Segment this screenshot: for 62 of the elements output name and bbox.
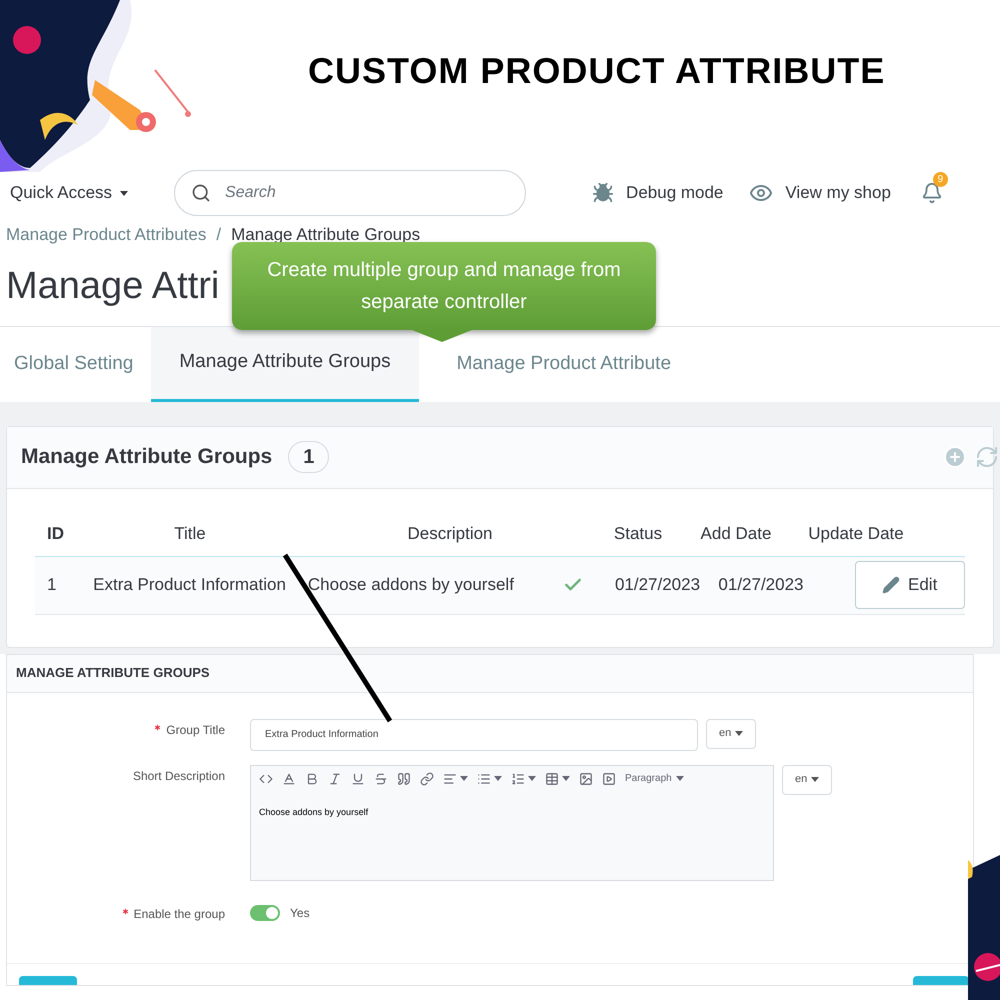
- strikethrough-icon[interactable]: [374, 772, 388, 786]
- video-icon[interactable]: [602, 772, 616, 786]
- panel-title: Manage Attribute Groups: [21, 444, 272, 470]
- column-header: Update Date: [807, 523, 905, 546]
- table-cell-text: 01/27/2023: [614, 574, 702, 596]
- caret-icon: [528, 776, 536, 781]
- caret-icon: [120, 190, 128, 196]
- caret-icon: [676, 776, 684, 781]
- table-icon[interactable]: [545, 772, 559, 786]
- column-header: Status: [612, 523, 664, 546]
- field-label: Short Description: [132, 768, 225, 782]
- image-icon[interactable]: [579, 772, 593, 786]
- banner-title: CUSTOM PRODUCT ATTRIBUTE: [308, 49, 886, 93]
- breadcrumb-link[interactable]: Manage Product Attributes: [6, 222, 206, 248]
- text-input[interactable]: Extra Product Information: [250, 718, 698, 750]
- language-dropdown[interactable]: en: [706, 718, 756, 748]
- form-title: MANAGE ATTRIBUTE GROUPS: [7, 654, 973, 692]
- search-field[interactable]: Search: [174, 170, 526, 216]
- field-label: Enable the group: [134, 906, 225, 920]
- italic-icon[interactable]: [328, 772, 342, 786]
- callout-bubble: Create multiple group and manage from separate controller: [232, 242, 656, 330]
- quote-icon[interactable]: [397, 772, 411, 786]
- underline-icon[interactable]: [351, 772, 365, 786]
- view-shop-link[interactable]: View my shop: [749, 180, 891, 206]
- caret-icon: [811, 777, 820, 782]
- language-dropdown[interactable]: en: [782, 764, 832, 794]
- table-cell-text: 01/27/2023: [717, 574, 804, 596]
- notifications-icon[interactable]: [920, 182, 943, 204]
- breadcrumb-separator: /: [216, 224, 222, 246]
- caret-icon: [562, 776, 570, 781]
- table-cell-text: Choose addons by yourself: [306, 574, 515, 596]
- tab[interactable]: Global Setting: [0, 326, 148, 402]
- editor-content[interactable]: Choose addons by yourself: [251, 792, 773, 819]
- edit-button[interactable]: Edit: [855, 561, 965, 609]
- caret-icon: [494, 776, 502, 781]
- toggle-switch[interactable]: [250, 904, 280, 920]
- field-label: Group Title: [166, 722, 225, 736]
- caret-icon: [735, 731, 744, 736]
- column-header: ID: [46, 523, 65, 546]
- align-icon[interactable]: [443, 772, 457, 786]
- column-header: Description: [406, 523, 494, 546]
- bullet-list-icon[interactable]: [477, 772, 491, 786]
- column-header: Add Date: [700, 523, 772, 546]
- toggle-label: Yes: [290, 904, 310, 922]
- table-cell-text: Extra Product Information: [92, 574, 286, 596]
- table-cell-text: 1: [46, 574, 58, 596]
- bold-icon[interactable]: [305, 772, 319, 786]
- bug-icon: [592, 182, 614, 204]
- column-header: Title: [173, 523, 207, 546]
- text-color-icon[interactable]: [282, 772, 296, 786]
- count-badge: 1: [288, 441, 330, 473]
- pencil-icon: [882, 576, 900, 594]
- tab[interactable]: Manage Attribute Groups: [151, 326, 419, 402]
- numbered-list-icon[interactable]: [511, 772, 525, 786]
- search-icon: [191, 183, 212, 203]
- page-title: Manage Attri: [6, 264, 220, 308]
- format-dropdown[interactable]: Paragraph: [625, 771, 684, 786]
- caret-icon: [460, 776, 468, 781]
- link-icon[interactable]: [420, 772, 434, 786]
- debug-mode-link[interactable]: Debug mode: [592, 180, 724, 206]
- notification-count: 9: [932, 172, 948, 187]
- quick-access-menu[interactable]: Quick Access: [10, 180, 128, 206]
